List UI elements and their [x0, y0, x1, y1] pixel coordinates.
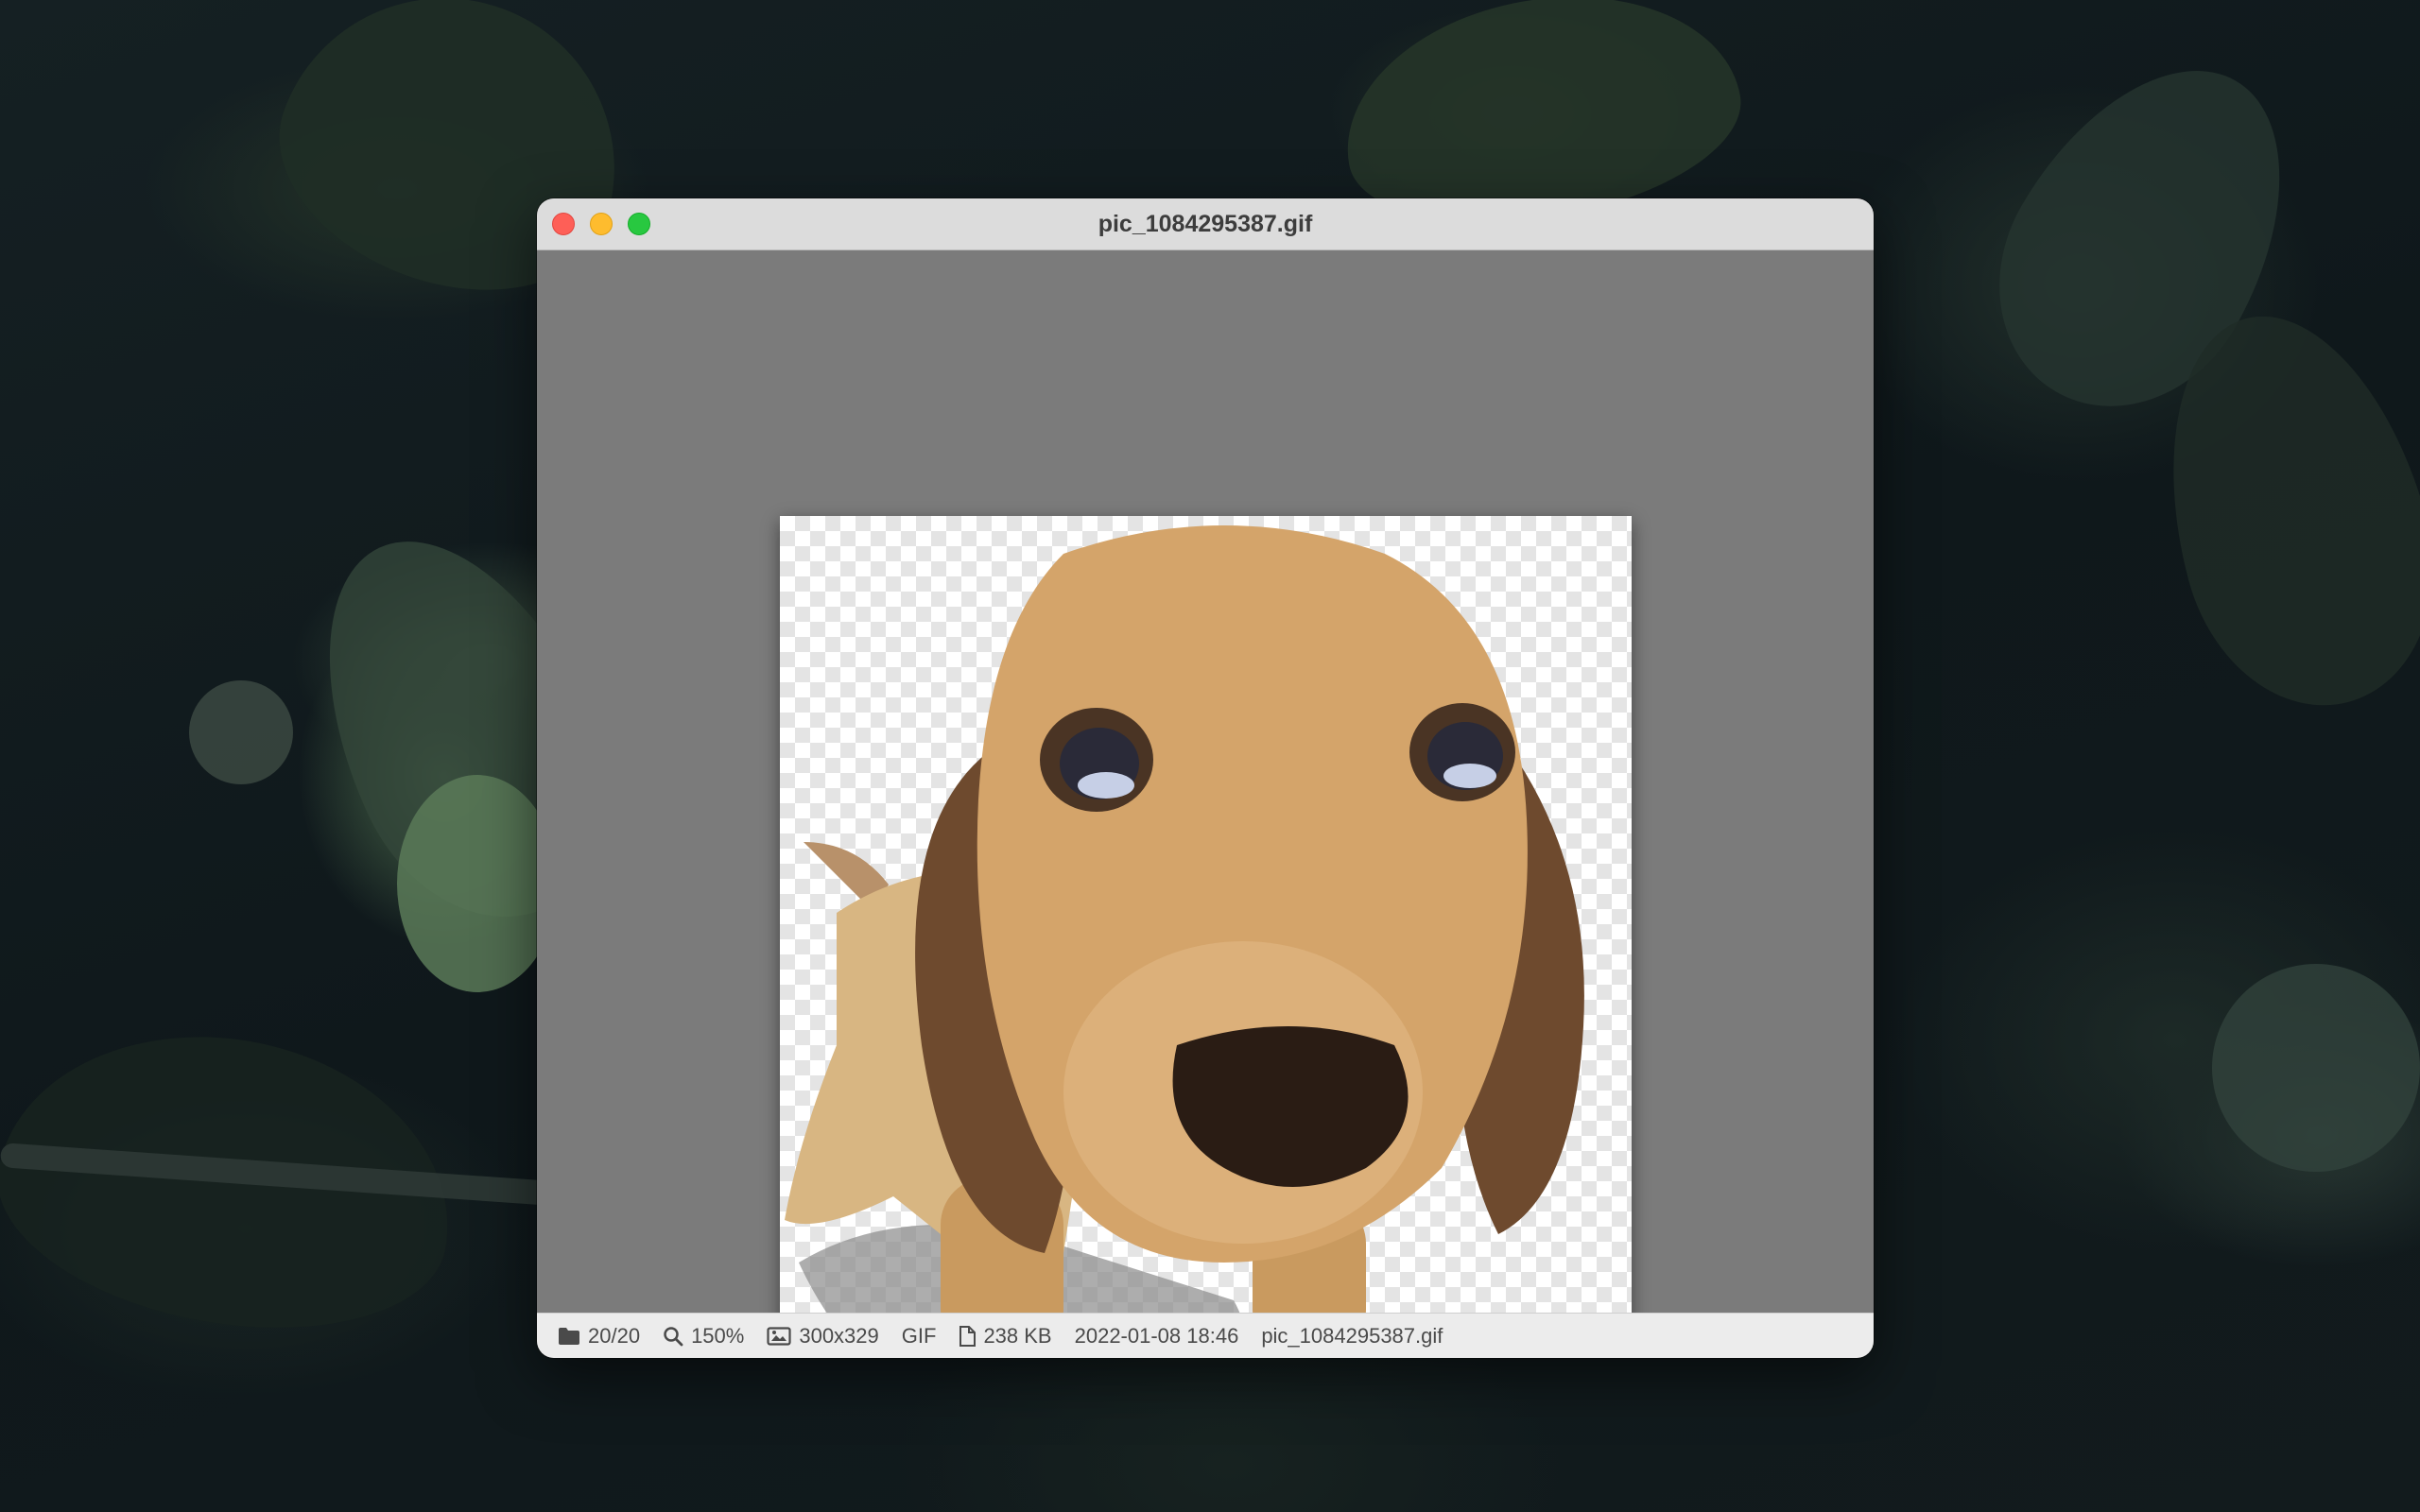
status-format-text: GIF: [901, 1323, 937, 1348]
status-filesize: 238 KB: [959, 1323, 1052, 1349]
title-bar[interactable]: pic_1084295387.gif: [537, 198, 1874, 250]
minimize-button[interactable]: [590, 213, 613, 235]
status-position: 20/20: [558, 1324, 640, 1349]
status-format: GIF: [902, 1324, 937, 1349]
document-icon: [959, 1325, 977, 1347]
maximize-button[interactable]: [628, 213, 650, 235]
status-zoom: 150%: [663, 1324, 744, 1349]
image-viewer-window[interactable]: pic_1084295387.gif 20/20 150% 300x329 GI…: [537, 198, 1874, 1358]
image-eye-left-shine: [1078, 772, 1134, 799]
status-dimensions: 300x329: [767, 1323, 879, 1349]
folder-icon: [559, 1327, 579, 1345]
status-position-text: 20/20: [588, 1323, 641, 1348]
wallpaper-acorn: [2212, 964, 2420, 1172]
wallpaper-acorn: [189, 680, 293, 784]
status-dimensions-text: 300x329: [799, 1323, 879, 1348]
status-filename-text: pic_1084295387.gif: [1261, 1323, 1443, 1348]
status-zoom-text: 150%: [691, 1323, 745, 1348]
image-icon: [767, 1326, 791, 1346]
status-filesize-text: 238 KB: [983, 1323, 1052, 1348]
image-canvas[interactable]: [537, 250, 1874, 1358]
puppy-image: [785, 525, 1584, 1358]
magnifier-icon: [664, 1326, 683, 1346]
status-datetime-text: 2022-01-08 18:46: [1074, 1323, 1239, 1348]
image-eye-right-shine: [1443, 764, 1496, 788]
close-button[interactable]: [552, 213, 575, 235]
status-filename: pic_1084295387.gif: [1261, 1324, 1443, 1349]
displayed-image[interactable]: [780, 516, 1632, 1358]
window-title: pic_1084295387.gif: [1098, 210, 1313, 237]
window-controls: [552, 213, 650, 235]
status-datetime: 2022-01-08 18:46: [1075, 1324, 1239, 1349]
wallpaper-acorn: [397, 775, 558, 992]
status-bar: 20/20 150% 300x329 GIF 238 KB 2022-01-08…: [537, 1313, 1874, 1358]
